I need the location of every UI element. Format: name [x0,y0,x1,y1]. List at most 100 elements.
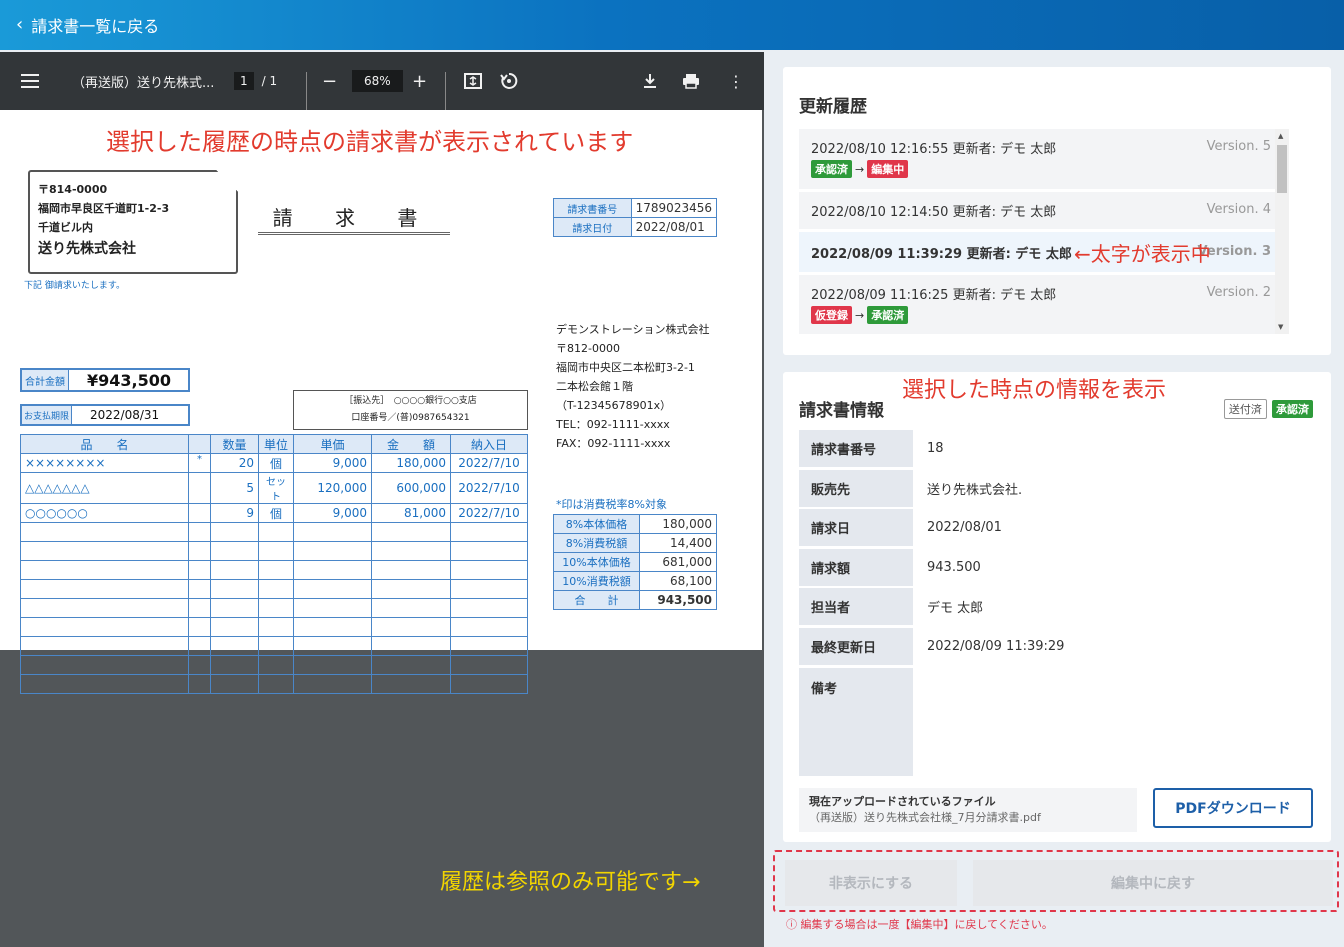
invoice-info-title: 請求書情報 [799,401,884,421]
menu-icon[interactable] [20,52,40,110]
zoom-level[interactable]: 68% [352,52,403,110]
info-value: デモ 太郎 [927,601,984,616]
more-options-icon[interactable]: ⋮ [728,52,744,110]
table-cell: 120,000 [293,472,372,504]
table-row [20,636,528,656]
history-version: Version. 4 [1206,202,1271,217]
approved-badge: 承認済 [1272,400,1313,418]
table-cell [188,472,211,504]
status-badge: 編集中 [867,160,909,178]
fit-page-icon[interactable] [464,52,482,110]
zoom-in-icon[interactable]: + [412,52,427,110]
tax-value: 14,400 [639,533,717,553]
zoom-out-icon[interactable]: − [322,52,337,110]
table-cell: 9,000 [293,453,372,473]
address-line-1: 福岡市早良区千道町1-2-3 [38,202,170,215]
scrollbar-thumb[interactable] [1277,145,1287,193]
history-version: Version. 5 [1206,139,1271,154]
table-row [20,522,528,542]
table-cell: 5 [210,472,259,504]
info-row: 請求額 943.500 [799,549,1299,586]
col-header: 金 額 [371,434,451,454]
history-item-selected[interactable]: 2022/08/09 11:39:29 更新者: デモ 太郎 Version. … [799,232,1289,272]
table-cell: 81,000 [371,503,451,523]
sender-line: （T-12345678901x） [556,399,672,412]
info-row: 担当者 デモ 太郎 [799,588,1299,625]
info-key: 担当者 [799,588,913,625]
history-scrollbar[interactable]: ▲ ▼ [1275,129,1289,334]
table-cell: 20 [210,453,259,473]
table-cell: 2022/7/10 [450,453,528,473]
recipient-address-box: 〒814-0000 福岡市早良区千道町1-2-3 千道ビル内 送り先株式会社 [28,170,238,274]
title-underline [258,232,450,235]
info-time-note: 選択した時点の情報を表示 [902,378,1167,403]
pdf-toolbar: （再送版）送り先株式... 1 / 1 − 68% + ⋮ [0,52,764,130]
line-items-table: 品 名 数量 単位 単価 金 額 納入日 ×××××××× * 20 個 9,0… [20,434,528,694]
sent-badge: 送付済 [1223,399,1267,419]
print-icon[interactable] [682,52,700,110]
file-name: （再送版）送り先株式会社様_7月分請求書.pdf [809,811,1041,824]
bold-display-note: ←太字が表示中 [1074,242,1211,266]
tax-summary-table: 8%本体価格 180,000 8%消費税額 14,400 10%本体価格 681,00… [553,514,717,610]
status-badge: 承認済 [867,306,909,324]
download-icon[interactable] [642,52,658,110]
history-title: 更新履歴 [799,97,867,117]
tax-label: 8%本体価格 [553,514,640,534]
sender-line: 二本松会館１階 [556,380,633,393]
table-row [20,579,528,599]
info-row: 請求書番号 18 [799,430,1299,467]
uploaded-file-box: 現在アップロードされているファイル （再送版）送り先株式会社様_7月分請求書.p… [799,788,1137,832]
history-item[interactable]: 2022/08/09 11:16:25 更新者: デモ 太郎 Version. … [799,275,1289,334]
info-key: 販売先 [799,470,913,507]
table-cell: ×××××××× [20,453,189,473]
page-indicator: 1 / 1 [234,52,277,110]
history-item[interactable]: 2022/08/10 12:14:50 更新者: デモ 太郎 Version. … [799,192,1289,229]
col-header: 品 名 [20,434,189,454]
sender-line: 〒812-0000 [556,342,620,355]
scroll-down-icon[interactable]: ▼ [1278,323,1283,331]
history-item[interactable]: 2022/08/10 12:16:55 更新者: デモ 太郎 Version. … [799,129,1289,189]
status-badge: 承認済 [811,160,852,178]
col-header: 数量 [210,434,259,454]
sender-line: TEL：092-1111-xxxx [556,418,670,431]
col-header [188,434,211,454]
address-line-2: 千道ビル内 [38,221,93,234]
document-title: （再送版）送り先株式... [72,75,215,91]
tax-value: 180,000 [639,514,717,534]
tax-value: 681,000 [639,552,717,572]
scroll-up-icon[interactable]: ▲ [1278,132,1283,140]
table-cell: 2022/7/10 [450,472,528,504]
info-row: 販売先 送り先株式会社. [799,470,1299,507]
tax-value: 943,500 [639,590,717,610]
chevron-left-icon: ‹ [16,14,24,35]
pdf-download-button[interactable]: PDFダウンロード [1153,788,1313,828]
invoice-date: 2022/08/01 [630,217,718,237]
tax-label: 10%本体価格 [553,552,640,572]
invoice-date-label: 請求日付 [553,217,632,237]
info-row: 最終更新日 2022/08/09 11:39:29 [799,628,1299,665]
info-key: 請求額 [799,549,913,586]
bank-info-box: ［振込先］ ○○○○銀行○○支店 口座番号／(普)0987654321 [293,390,528,430]
table-cell: セット [258,472,294,504]
request-note: 下記 御請求いたします。 [24,281,125,291]
table-row [20,617,528,637]
table-row [20,560,528,580]
info-row: 請求日 2022/08/01 [799,509,1299,546]
bank-account: 口座番号／(普)0987654321 [351,413,470,423]
col-header: 単位 [258,434,294,454]
back-to-list-link[interactable]: ‹ 請求書一覧に戻る [16,13,159,37]
info-key: 備考 [799,668,913,776]
invoice-meta-table: 請求書番号 1789023456 請求日付 2022/08/01 [553,198,718,237]
arrow-icon: → [855,309,865,322]
total-amount-box: 合計金額 ¥943,500 [20,368,190,392]
invoice-page: 選択した履歴の時点の請求書が表示されています 〒814-0000 福岡市早良区千… [0,110,762,694]
total-amount: ¥943,500 [87,370,172,390]
col-header: 単価 [293,434,372,454]
rotate-icon[interactable] [500,52,518,110]
history-list: 2022/08/10 12:16:55 更新者: デモ 太郎 Version. … [799,129,1289,334]
page-number-input[interactable]: 1 [234,72,254,90]
info-row: 備考 [799,668,1299,776]
info-value: 2022/08/01 [927,520,1002,535]
disabled-actions-highlight [773,850,1339,912]
info-value: 2022/08/09 11:39:29 [927,639,1065,654]
